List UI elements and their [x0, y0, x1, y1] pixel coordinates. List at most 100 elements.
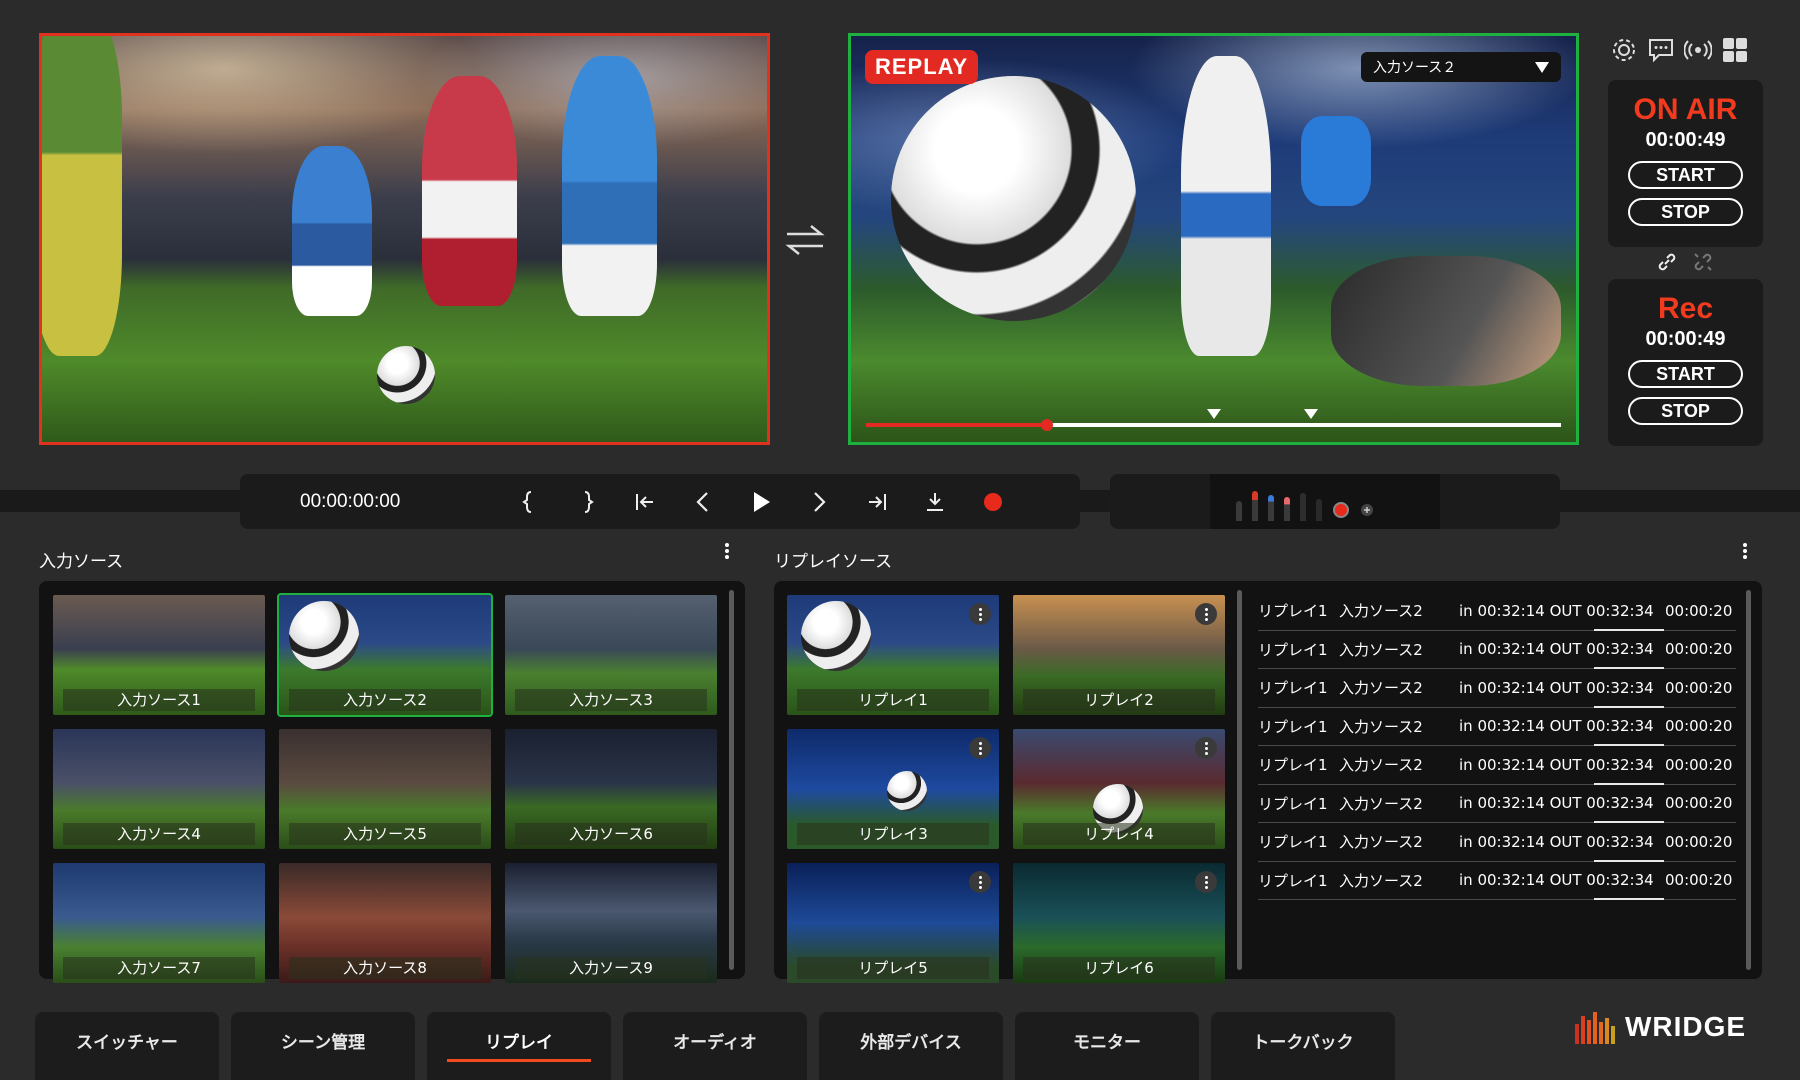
source-select[interactable]: 入力ソース２	[1361, 52, 1561, 82]
replay-name: リプレイ1	[1258, 833, 1328, 852]
go-to-start-icon[interactable]	[616, 482, 674, 522]
download-icon[interactable]	[906, 482, 964, 522]
timeline-playhead[interactable]	[1040, 419, 1053, 431]
mark-in-icon[interactable]	[500, 482, 558, 522]
replay-clip-label: リプレイ1	[797, 689, 989, 711]
timeline-marker[interactable]	[1303, 409, 1318, 419]
rec-time: 00:00:49	[1645, 328, 1726, 350]
replay-name: リプレイ1	[1258, 756, 1328, 775]
tab-6[interactable]: トークバック	[1211, 1012, 1395, 1080]
replay-panel-menu-icon[interactable]	[1742, 541, 1748, 561]
on-air-stop-button[interactable]: STOP	[1628, 198, 1743, 226]
replay-duration: 00:00:20	[1665, 832, 1733, 851]
input-source-thumb[interactable]: 入力ソース6	[505, 729, 717, 849]
tab-2[interactable]: リプレイ	[427, 1012, 611, 1080]
rec-start-button[interactable]: START	[1628, 360, 1743, 388]
input-source-label: 入力ソース7	[63, 957, 255, 979]
on-air-title: ON AIR	[1633, 93, 1738, 126]
clip-menu-icon[interactable]	[1195, 737, 1217, 759]
tab-5[interactable]: モニター	[1015, 1012, 1199, 1080]
pen-icon[interactable]	[1236, 501, 1242, 521]
replay-list-row[interactable]: リプレイ1 入力ソース2 in 00:32:14 OUT 00:32:34 00:00…	[1258, 708, 1736, 746]
replay-badge: REPLAY	[865, 50, 979, 84]
replay-list-scrollbar[interactable]	[1746, 590, 1751, 970]
replay-list-row[interactable]: リプレイ1 入力ソース2 in 00:32:14 OUT 00:32:34 00:00…	[1258, 823, 1736, 862]
replay-timeline[interactable]	[866, 409, 1561, 431]
input-source-thumb[interactable]: 入力ソース8	[279, 863, 491, 983]
timeline-marker[interactable]	[1206, 409, 1221, 419]
replay-clip-thumb[interactable]: リプレイ3	[787, 729, 999, 849]
marker-blue-icon[interactable]	[1268, 495, 1274, 521]
rec-stop-button[interactable]: STOP	[1628, 397, 1743, 425]
replay-list-row[interactable]: リプレイ1 入力ソース2 in 00:32:14 OUT 00:32:34 00:00…	[1258, 862, 1736, 900]
replay-list-row[interactable]: リプレイ1 入力ソース2 in 00:32:14 OUT 00:32:34 00:00…	[1258, 592, 1736, 631]
replay-clip-thumb[interactable]: リプレイ4	[1013, 729, 1225, 849]
on-air-start-button[interactable]: START	[1628, 161, 1743, 189]
clip-menu-icon[interactable]	[969, 737, 991, 759]
replay-clip-thumb[interactable]: リプレイ2	[1013, 595, 1225, 715]
replay-list-row[interactable]: リプレイ1 入力ソース2 in 00:32:14 OUT 00:32:34 00:00…	[1258, 631, 1736, 669]
input-source-label: 入力ソース4	[63, 823, 255, 845]
record-icon[interactable]	[964, 482, 1022, 522]
program-monitor[interactable]	[39, 33, 770, 445]
replay-clip-thumb[interactable]: リプレイ6	[1013, 863, 1225, 983]
link-icon[interactable]	[1655, 250, 1679, 274]
top-toolbar	[1610, 36, 1749, 64]
mark-out-icon[interactable]	[558, 482, 616, 522]
tab-0[interactable]: スイッチャー	[35, 1012, 219, 1080]
preview-monitor[interactable]: REPLAY 入力ソース２	[848, 33, 1579, 445]
play-icon[interactable]	[732, 482, 790, 522]
input-source-thumb[interactable]: 入力ソース4	[53, 729, 265, 849]
unlink-icon[interactable]	[1691, 250, 1715, 274]
step-forward-icon[interactable]	[790, 482, 848, 522]
input-source-thumb[interactable]: 入力ソース2	[277, 593, 493, 717]
clip-menu-icon[interactable]	[1195, 603, 1217, 625]
replay-thumb-scrollbar[interactable]	[1237, 590, 1242, 970]
replay-in-out: in 00:32:14 OUT 00:32:34	[1459, 717, 1654, 736]
clip-menu-icon[interactable]	[969, 871, 991, 893]
replay-list-row[interactable]: リプレイ1 入力ソース2 in 00:32:14 OUT 00:32:34 00:00…	[1258, 785, 1736, 823]
replay-clip-label: リプレイ5	[797, 957, 989, 979]
tab-1[interactable]: シーン管理	[231, 1012, 415, 1080]
input-source-thumb[interactable]: 入力ソース7	[53, 863, 265, 983]
clip-menu-icon[interactable]	[1195, 871, 1217, 893]
rec-card: Rec 00:00:49 START STOP	[1608, 279, 1763, 446]
replay-duration: 00:00:20	[1665, 678, 1733, 697]
eraser-icon[interactable]	[1284, 497, 1290, 521]
program-video	[42, 36, 767, 442]
brush-icon[interactable]	[1300, 493, 1306, 521]
timecode: 00:00:00:00	[300, 490, 401, 512]
go-to-end-icon[interactable]	[848, 482, 906, 522]
add-color-icon[interactable]	[1360, 503, 1374, 517]
swap-icon[interactable]	[783, 218, 827, 262]
replay-clip-thumb[interactable]: リプレイ1	[787, 595, 999, 715]
broadcast-icon[interactable]	[1683, 36, 1713, 64]
input-source-thumb[interactable]: 入力ソース1	[53, 595, 265, 715]
replay-source: 入力ソース2	[1339, 602, 1423, 621]
step-back-icon[interactable]	[674, 482, 732, 522]
input-panel-scrollbar[interactable]	[729, 590, 734, 970]
input-panel-title: 入力ソース	[39, 552, 124, 572]
replay-list-row[interactable]: リプレイ1 入力ソース2 in 00:32:14 OUT 00:32:34 00:00…	[1258, 746, 1736, 785]
ruler-icon[interactable]	[1316, 499, 1322, 521]
marker-red-icon[interactable]	[1252, 491, 1258, 521]
equalizer-logo-icon	[1575, 1012, 1615, 1044]
chat-icon[interactable]	[1647, 36, 1675, 64]
grid-icon[interactable]	[1721, 36, 1749, 64]
tab-3[interactable]: オーディオ	[623, 1012, 807, 1080]
input-source-thumb[interactable]: 入力ソース5	[279, 729, 491, 849]
replay-list-row[interactable]: リプレイ1 入力ソース2 in 00:32:14 OUT 00:32:34 00:00…	[1258, 669, 1736, 708]
tab-4[interactable]: 外部デバイス	[819, 1012, 1003, 1080]
color-picker-icon[interactable]	[1332, 501, 1350, 519]
replay-clip-label: リプレイ2	[1023, 689, 1215, 711]
dropdown-triangle-icon	[1535, 61, 1549, 73]
settings-icon[interactable]	[1610, 36, 1638, 64]
replay-in-out: in 00:32:14 OUT 00:32:34	[1459, 871, 1654, 890]
brand-name: WRIDGE	[1625, 1011, 1747, 1042]
clip-menu-icon[interactable]	[969, 603, 991, 625]
input-source-thumb[interactable]: 入力ソース9	[505, 863, 717, 983]
main-tabs: スイッチャー シーン管理 リプレイ オーディオ 外部デバイス モニター トークバック	[35, 1012, 1395, 1080]
input-source-thumb[interactable]: 入力ソース3	[505, 595, 717, 715]
replay-clip-thumb[interactable]: リプレイ5	[787, 863, 999, 983]
input-panel-menu-icon[interactable]	[724, 541, 730, 561]
